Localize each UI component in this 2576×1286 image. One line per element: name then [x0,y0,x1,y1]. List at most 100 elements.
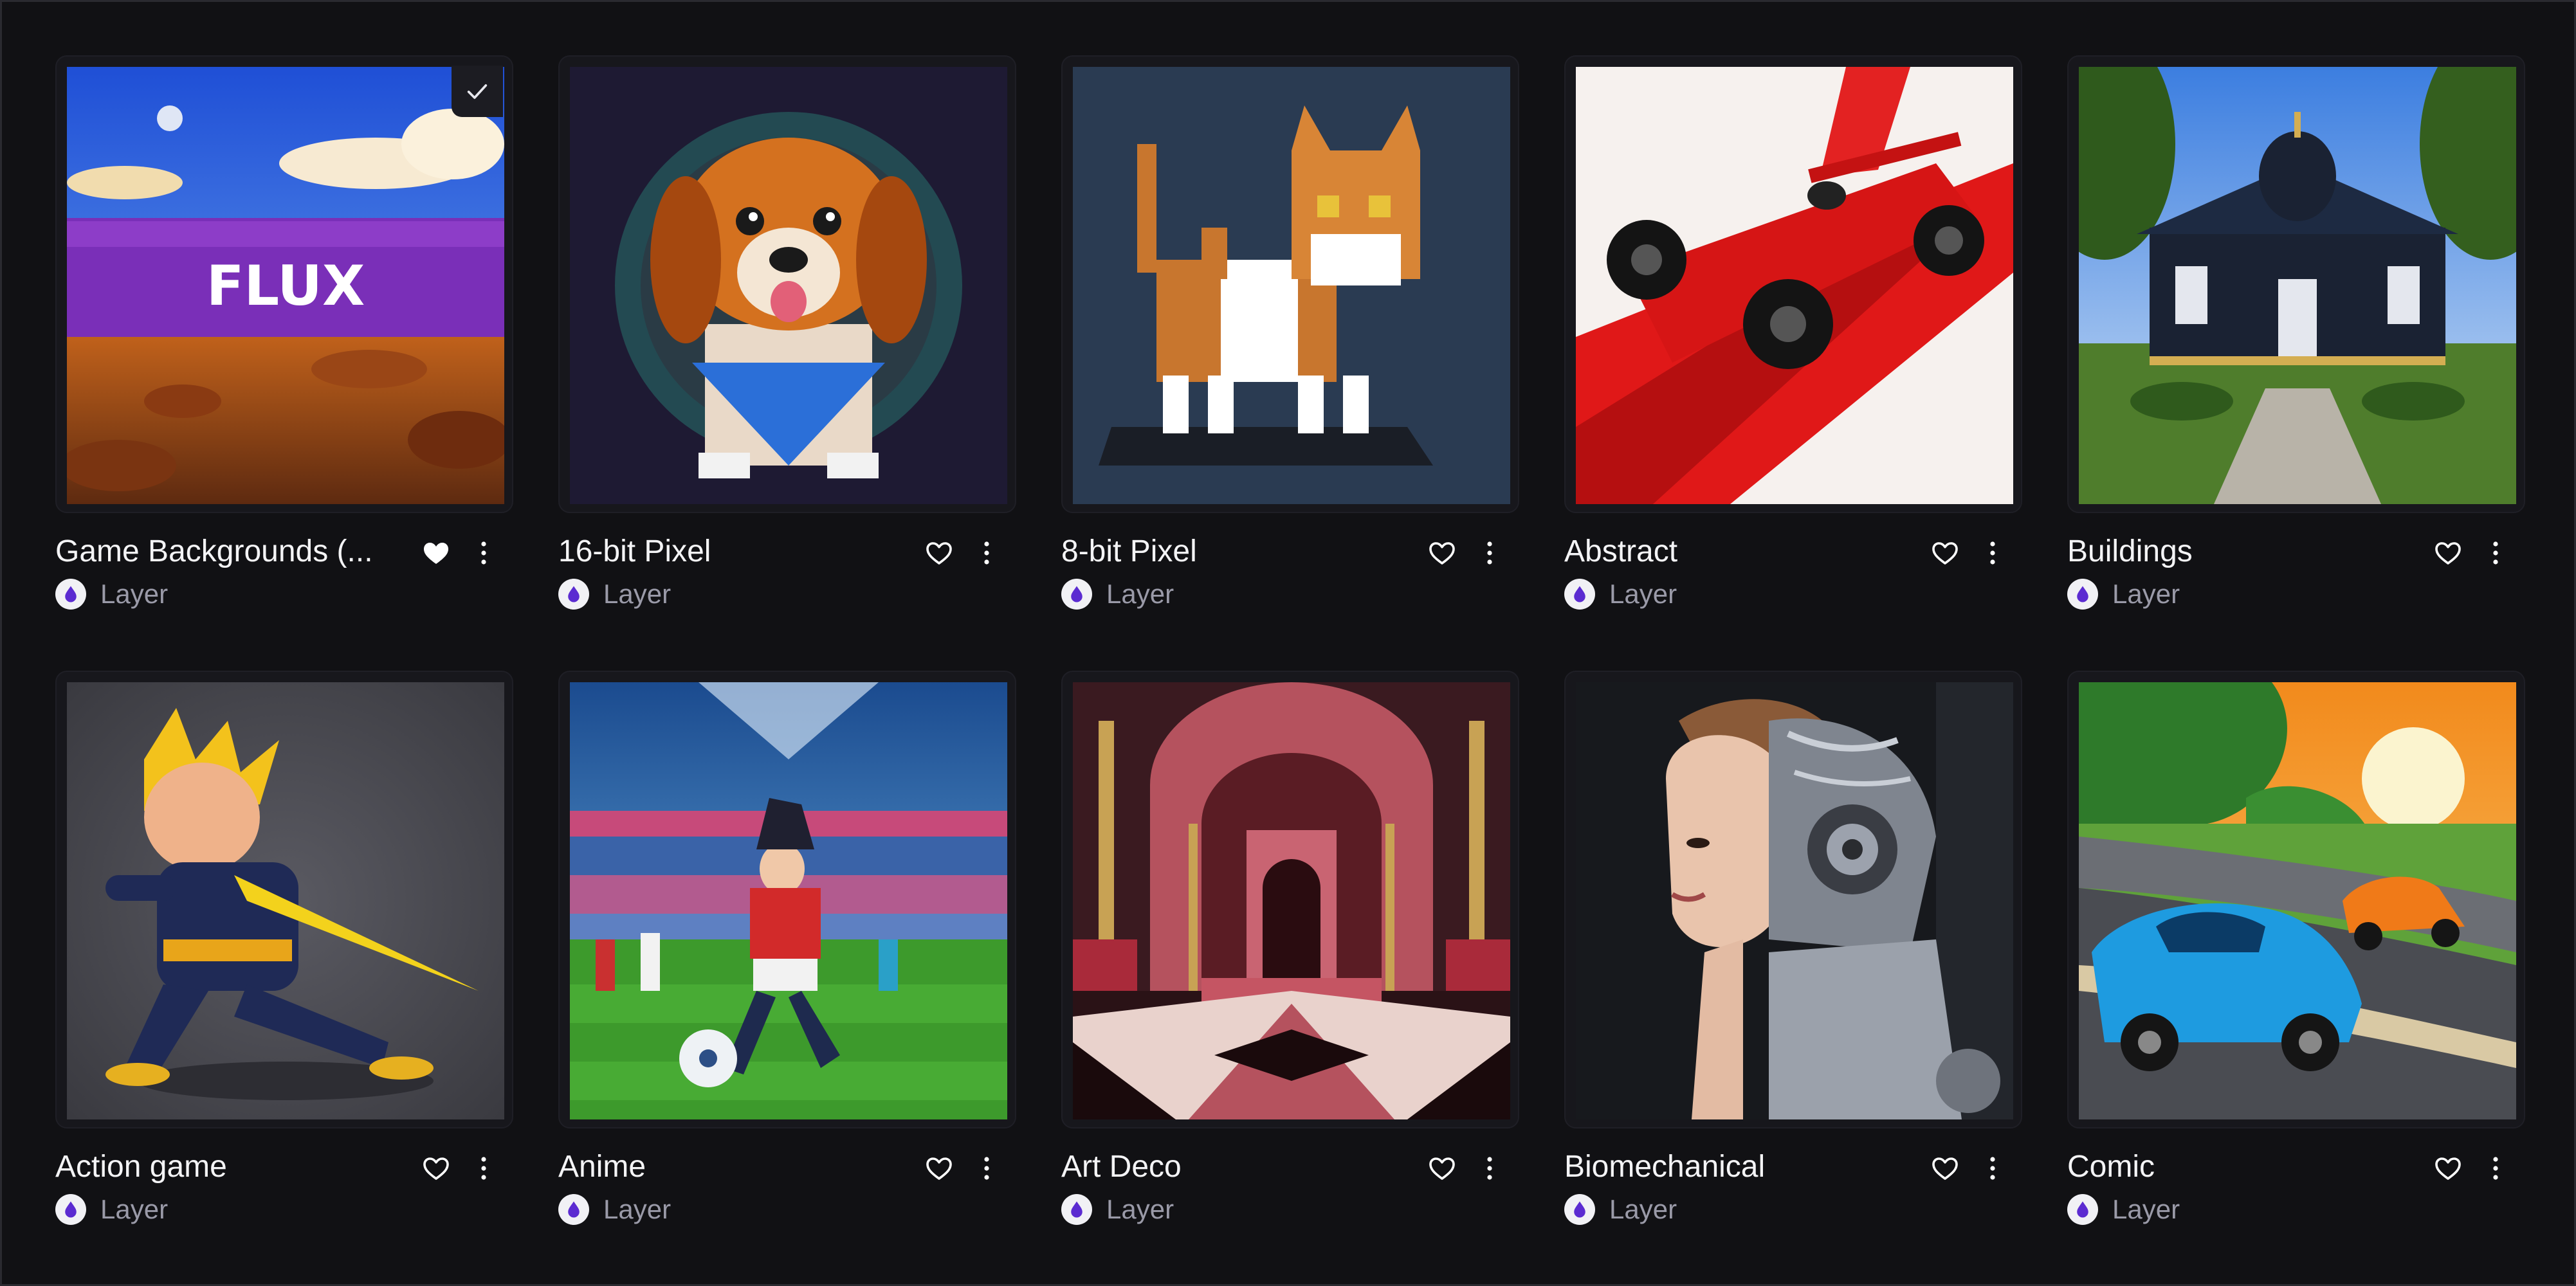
layer-logo-icon [55,579,86,610]
layer-logo-icon [1061,1194,1092,1225]
style-card[interactable]: Art Deco Layer [1061,671,1519,1235]
style-thumbnail-image[interactable] [570,682,1007,1119]
vertical-dots-icon [984,1157,989,1180]
style-owner[interactable]: Layer [55,1194,168,1225]
style-card[interactable]: Buildings Layer [2067,55,2525,619]
owner-name: Layer [2112,579,2180,609]
vertical-dots-icon [1990,1157,1995,1180]
more-options-button[interactable] [468,1153,499,1184]
style-thumbnail-image[interactable] [67,682,504,1119]
style-grid: FLUX Game Backgrounds (... Layer 16-bit … [55,55,2525,1235]
style-title[interactable]: 8-bit Pixel [1061,532,1396,571]
style-owner[interactable]: Layer [1061,579,1174,610]
style-owner[interactable]: Layer [1564,1194,1677,1225]
style-card[interactable]: 16-bit Pixel Layer [558,55,1016,619]
more-options-button[interactable] [1474,1153,1505,1184]
style-card[interactable]: Anime Layer [558,671,1016,1235]
flux-image-text: FLUX [206,254,365,318]
style-owner[interactable]: Layer [558,579,671,610]
style-card[interactable]: Abstract Layer [1564,55,2022,619]
style-card[interactable]: Comic Layer [2067,671,2525,1235]
owner-name: Layer [1609,579,1677,609]
vertical-dots-icon [1487,1157,1492,1180]
more-options-button[interactable] [468,538,499,568]
vertical-dots-icon [2493,1157,2498,1180]
style-thumbnail-image[interactable]: FLUX [67,67,504,504]
style-title[interactable]: Biomechanical [1564,1148,1899,1186]
style-card[interactable]: Action game Layer [55,671,513,1235]
heart-filled-icon [424,543,448,564]
favorite-button[interactable] [2433,1153,2463,1184]
vertical-dots-icon [481,541,486,565]
favorite-button[interactable] [421,1153,452,1184]
style-title[interactable]: Buildings [2067,532,2402,571]
layer-logo-icon [55,1194,86,1225]
style-thumbnail-frame[interactable] [1564,55,2022,513]
style-title[interactable]: Art Deco [1061,1148,1396,1186]
selected-badge [452,66,503,117]
layer-logo-icon [1564,579,1595,610]
more-options-button[interactable] [2480,538,2511,568]
heart-outline-icon [2435,1157,2461,1180]
style-thumbnail-frame[interactable] [558,55,1016,513]
style-thumbnail-image[interactable] [1576,67,2013,504]
owner-name: Layer [100,1194,169,1224]
heart-outline-icon [926,1157,952,1180]
favorite-button[interactable] [421,538,452,568]
style-thumbnail-image[interactable] [1073,67,1510,504]
style-title[interactable]: 16-bit Pixel [558,532,893,571]
style-title[interactable]: Abstract [1564,532,1899,571]
owner-name: Layer [1106,579,1174,609]
style-title[interactable]: Game Backgrounds (... [55,532,390,571]
more-options-button[interactable] [971,1153,1002,1184]
style-gallery: FLUX Game Backgrounds (... Layer 16-bit … [0,0,2576,1286]
style-thumbnail-frame[interactable] [2067,671,2525,1128]
owner-name: Layer [603,579,671,609]
layer-logo-icon [2067,1194,2098,1225]
heart-outline-icon [1932,1157,1958,1180]
style-card[interactable]: 8-bit Pixel Layer [1061,55,1519,619]
favorite-button[interactable] [924,1153,955,1184]
owner-name: Layer [100,579,169,609]
style-owner[interactable]: Layer [1061,1194,1174,1225]
style-thumbnail-frame[interactable] [1564,671,2022,1128]
heart-outline-icon [423,1157,449,1180]
style-thumbnail-frame[interactable] [558,671,1016,1128]
vertical-dots-icon [481,1157,486,1180]
vertical-dots-icon [2493,541,2498,565]
style-card[interactable]: FLUX Game Backgrounds (... Layer [55,55,513,619]
style-title[interactable]: Anime [558,1148,893,1186]
favorite-button[interactable] [924,538,955,568]
favorite-button[interactable] [1930,1153,1960,1184]
style-owner[interactable]: Layer [1564,579,1677,610]
more-options-button[interactable] [1977,538,2008,568]
style-owner[interactable]: Layer [55,579,168,610]
more-options-button[interactable] [2480,1153,2511,1184]
style-thumbnail-frame[interactable] [1061,55,1519,513]
style-owner[interactable]: Layer [2067,1194,2180,1225]
favorite-button[interactable] [2433,538,2463,568]
heart-outline-icon [1429,1157,1455,1180]
favorite-button[interactable] [1930,538,1960,568]
more-options-button[interactable] [1977,1153,2008,1184]
heart-outline-icon [2435,542,2461,565]
more-options-button[interactable] [971,538,1002,568]
more-options-button[interactable] [1474,538,1505,568]
owner-name: Layer [2112,1194,2180,1224]
favorite-button[interactable] [1427,1153,1457,1184]
style-thumbnail-image[interactable] [1073,682,1510,1119]
favorite-button[interactable] [1427,538,1457,568]
style-title[interactable]: Action game [55,1148,390,1186]
style-thumbnail-image[interactable] [2079,67,2516,504]
style-thumbnail-frame[interactable] [1061,671,1519,1128]
style-owner[interactable]: Layer [2067,579,2180,610]
style-thumbnail-frame[interactable] [55,671,513,1128]
style-thumbnail-frame[interactable] [2067,55,2525,513]
style-thumbnail-frame[interactable]: FLUX [55,55,513,513]
style-title[interactable]: Comic [2067,1148,2402,1186]
style-owner[interactable]: Layer [558,1194,671,1225]
style-card[interactable]: Biomechanical Layer [1564,671,2022,1235]
style-thumbnail-image[interactable] [2079,682,2516,1119]
style-thumbnail-image[interactable] [1576,682,2013,1119]
style-thumbnail-image[interactable] [570,67,1007,504]
